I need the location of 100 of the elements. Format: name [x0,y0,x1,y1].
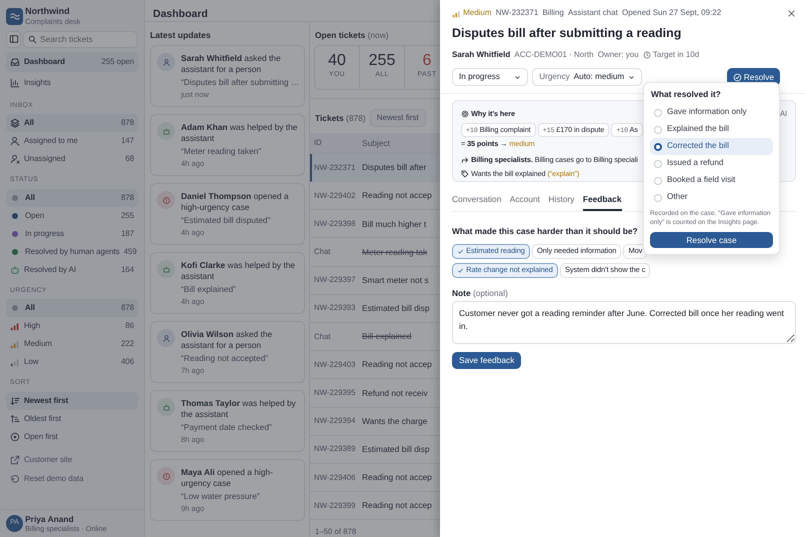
radio-option[interactable]: Gave information only [650,104,773,121]
update-text: Maya Ali opened a high-urgency case [181,467,274,490]
field-label: Note [452,288,471,298]
meta-text: Assistant chat [568,8,618,18]
subject-cell: Reading not accep [362,190,432,201]
external-link-icon [10,454,20,465]
stat-value: 40 [327,50,347,71]
sidebar-item[interactable]: Assigned to me 147 [6,132,138,150]
note-field[interactable]: Customer never got a reading reminder after June. Corrected bill once her reading went in. [452,301,796,344]
layers-icon [10,118,20,128]
subject-cell: Estimated bill disp [362,303,430,314]
update-text: Sarah Whitfield asked the assistant for a person [181,53,282,76]
update-text: Olivia Wilson asked the assistant for a person [181,329,274,352]
subject-cell: Bill much higher t [362,218,426,230]
subject-cell: Reading not accep [362,500,432,511]
gear-icon [461,110,469,118]
caret-icon [628,74,636,80]
radio-option[interactable]: Corrected the bill [650,138,773,155]
tab[interactable]: Feedback [582,194,622,210]
robot-icon [162,126,170,136]
sidebar-item[interactable]: Oldest first [6,410,138,428]
tab[interactable]: History [548,194,574,210]
sidebar-link[interactable]: Reset demo data [6,469,138,488]
field-hint: (optional) [472,288,508,298]
urgency-label: Medium [452,8,492,18]
subject-cell: Wants the charge [362,416,428,426]
sidebar-item[interactable]: All 878 [6,188,138,207]
account-text: ACC-DEMO01 · North [514,50,594,60]
person-icon [10,154,20,164]
subject-cell: Refund not receiv [362,388,428,398]
radio-option[interactable]: Explained the bill [650,121,773,138]
save-button[interactable]: Save feedback [452,352,522,369]
ticket-count: (878) [346,112,366,123]
sidebar-item[interactable]: Open 255 [6,206,138,225]
popover-title: What resolved it? [650,89,722,101]
meta-text: Opened Sun 27 Sept, 09:22 [622,8,722,18]
update-quote: “Reading not accepted” [181,353,270,364]
panel-icon [8,34,19,44]
radio-option[interactable]: Booked a field visit [650,172,773,189]
route-icon [461,156,469,164]
tab[interactable]: Conversation [452,194,502,210]
update-quote: “Estimated bill disputed” [181,215,272,226]
sort-button[interactable]: Newest first [370,108,426,127]
sidebar-item[interactable]: Unassigned 68 [6,150,138,168]
clock-icon [642,51,651,59]
update-text: Kofi Clarke was helped by the assistant [181,260,296,282]
subject-cell: Estimated bill disp [362,444,430,455]
owner-text: Owner: you [598,50,639,60]
radio-option[interactable]: Other [650,189,773,206]
sidebar-item[interactable]: All 878 [6,114,138,132]
status-select[interactable]: In progress [452,68,528,86]
subject-cell: Reading not accep [362,472,432,483]
subject-cell: Reading not accep [362,359,432,370]
update-quote: “Bill explained” [181,284,237,295]
update-quote: “Low water pressure” [181,491,261,502]
robot-icon [162,402,170,412]
update-text: Adam Khan was helped by the assistant [181,122,298,144]
sidebar-link[interactable]: Customer site [6,450,138,470]
caret-icon [514,74,521,80]
reset-icon [10,474,20,484]
brand-name: Northwind [25,6,71,18]
close-button[interactable] [787,8,796,18]
logo [6,8,23,25]
resolve-case-button[interactable]: Resolve case [650,232,773,248]
sidebar-item[interactable]: All 878 [6,299,138,318]
search-icon [28,34,38,44]
customer-name: Sarah Whitfield [452,50,510,60]
alert-icon [162,472,170,481]
user-name: Priya Anand [25,514,75,524]
sidebar-item[interactable]: Newest first [6,392,138,410]
person-icon [10,136,20,146]
sidebar-toggle-button[interactable] [6,30,22,48]
subject-cell: Disputes bill after [362,162,426,173]
urgency-select[interactable]: Urgency Auto: medium [532,68,642,86]
sidebar-item[interactable]: Medium 222 [6,335,138,354]
sidebar-item[interactable]: Resolved by AI 164 [6,260,138,279]
update-quote: “Payment date checked” [181,422,273,433]
meta-text: Billing [542,8,564,18]
signal-bars-icon [10,321,20,332]
target-icon [10,432,20,442]
tab[interactable]: Account [510,194,540,210]
search-field[interactable]: Search tickets [23,30,138,48]
check-icon [457,266,464,274]
chart-icon [10,78,20,88]
drawer-title: Disputes bill after submitting a reading [452,26,682,42]
sidebar-item[interactable]: Insights [6,73,138,93]
signal-bars-icon [452,8,461,18]
robot-icon [162,264,170,274]
tag-icon [461,170,469,178]
sidebar-item[interactable]: Resolved by human agents 459 [6,242,138,261]
radio-option[interactable]: Issued a refund [650,155,773,172]
sidebar-item[interactable]: Dashboard 255 open [6,52,138,72]
update-text: Daniel Thompson opened a high-urgency case [181,191,290,214]
section-note: (now) [368,30,389,40]
sidebar-item[interactable]: Open first [6,428,138,446]
page-title: Dashboard [145,0,440,22]
sidebar-item[interactable]: In progress 187 [6,224,138,243]
subject-cell: Smart meter not s [362,274,429,286]
sidebar-item[interactable]: Low 406 [6,353,138,372]
sidebar-item[interactable]: High 86 [6,317,138,336]
